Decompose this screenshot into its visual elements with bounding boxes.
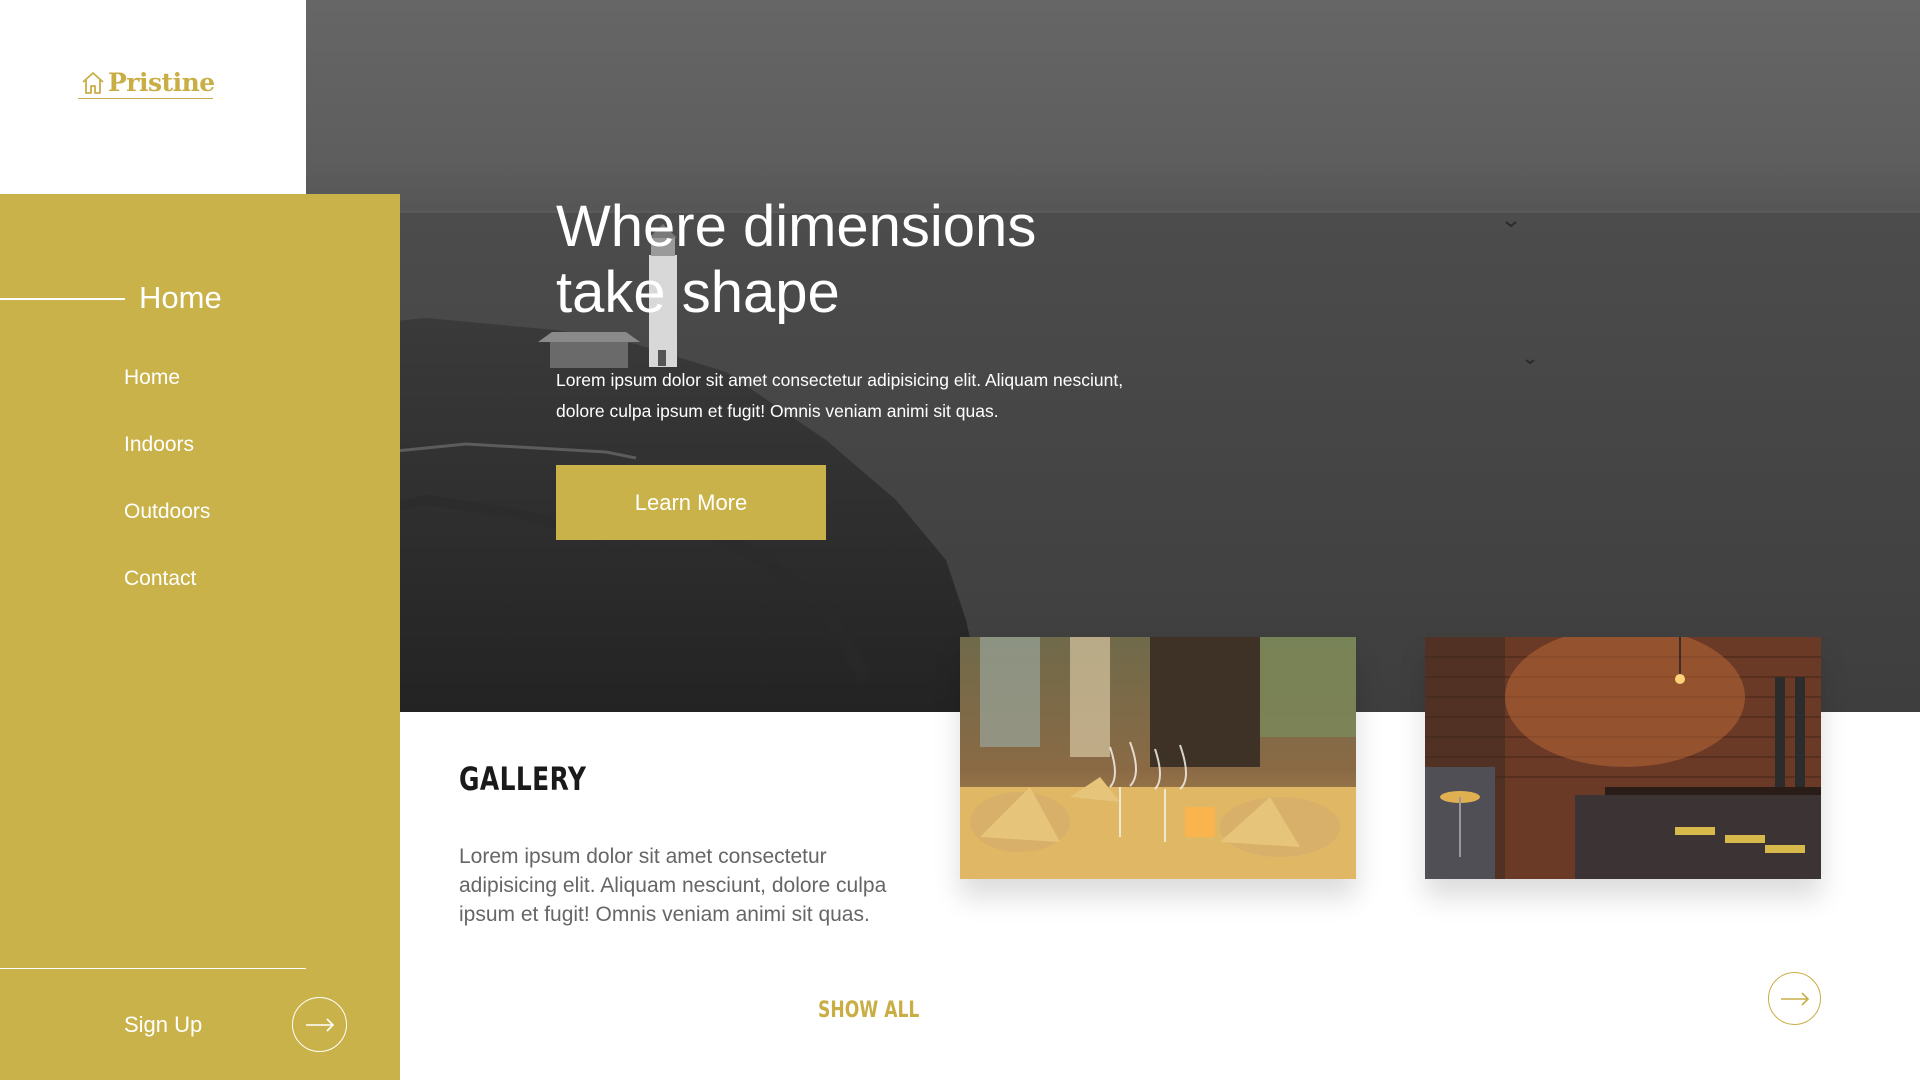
gallery-photo-brick-interior[interactable]	[1425, 637, 1821, 879]
show-all-link[interactable]: SHOW ALL	[818, 998, 919, 1023]
hero-title-line-1: Where dimensions	[556, 194, 1037, 259]
gallery-photo-dining-table[interactable]	[960, 637, 1356, 879]
nav-item-contact[interactable]: Contact	[124, 566, 210, 633]
brand-name: Pristine	[108, 68, 215, 97]
hero-title: Where dimensions take shape	[556, 194, 1156, 326]
gallery-title: GALLERY	[459, 760, 587, 798]
hero-background-image	[306, 0, 1920, 712]
learn-more-button[interactable]: Learn More	[556, 465, 826, 540]
hero-title-line-2: take shape	[556, 260, 840, 325]
nav-menu: Home Indoors Outdoors Contact	[124, 365, 210, 633]
arrow-right-icon	[305, 1017, 334, 1032]
gallery-description: Lorem ipsum dolor sit amet consectetur a…	[459, 845, 887, 926]
sidebar: Home Home Indoors Outdoors Contact Sign …	[0, 194, 400, 1080]
signup-divider	[0, 968, 306, 969]
current-page-title: Home	[139, 280, 222, 315]
signup-label[interactable]: Sign Up	[124, 1012, 202, 1038]
nav-item-home[interactable]: Home	[124, 365, 210, 432]
brand-logo[interactable]: Pristine	[80, 68, 215, 97]
logo-underline	[78, 98, 213, 99]
house-icon	[82, 71, 104, 94]
signup-button[interactable]	[292, 997, 347, 1052]
nav-item-outdoors[interactable]: Outdoors	[124, 499, 210, 566]
gallery-next-button[interactable]	[1768, 972, 1821, 1025]
current-page-indicator	[0, 298, 125, 300]
landing-page: Pristine Home Home Indoors Outdoors Cont…	[0, 0, 1920, 1080]
hero-description: Lorem ipsum dolor sit amet consectetur a…	[556, 365, 1196, 427]
hero-description-line-1: Lorem ipsum dolor sit amet consectetur a…	[556, 370, 1124, 390]
arrow-right-icon	[1780, 991, 1809, 1006]
hero-description-line-2: dolore culpa ipsum et fugit! Omnis venia…	[556, 401, 999, 421]
logo-area: Pristine	[0, 0, 306, 194]
nav-item-indoors[interactable]: Indoors	[124, 432, 210, 499]
